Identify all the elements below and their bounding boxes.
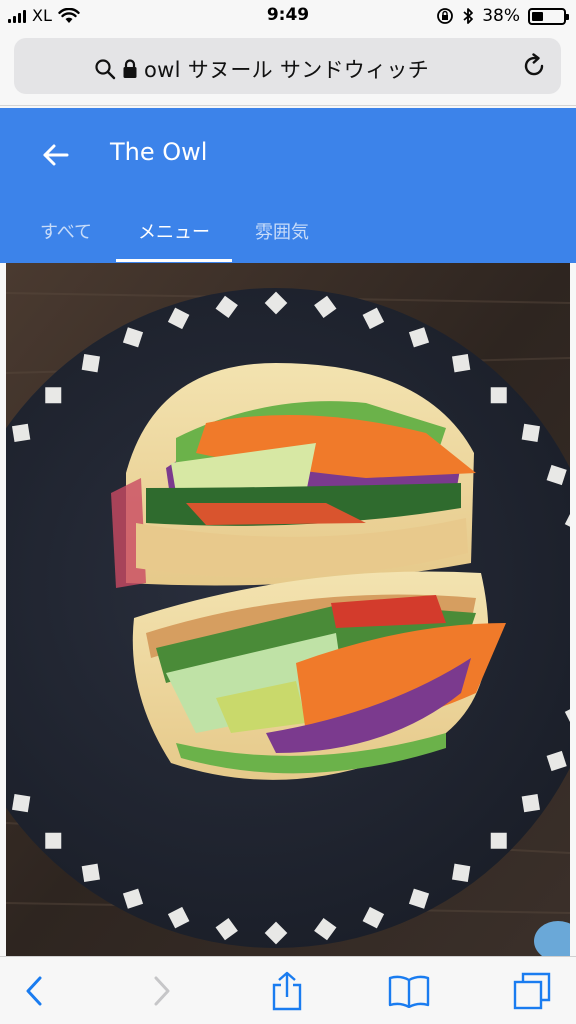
plate-rim-diamond [451, 354, 471, 373]
sandwich-photo-image [6, 263, 570, 956]
plate-rim-diamond [12, 793, 31, 813]
bookmarks-icon [388, 975, 430, 1008]
address-content: owl サヌール サンドウィッチ [94, 54, 429, 84]
battery-fill [532, 11, 544, 21]
back-button[interactable] [10, 967, 58, 1015]
reload-icon [524, 53, 544, 76]
plate-rim-diamond [45, 387, 62, 404]
tab-label: メニュー [138, 222, 210, 243]
battery-icon [528, 7, 569, 25]
battery-percent: 38% [482, 6, 520, 26]
tabs-button[interactable] [508, 967, 556, 1015]
search-icon [95, 59, 116, 80]
plate-rim-diamond [12, 423, 31, 443]
plate-rim-diamond [490, 832, 507, 849]
browser-toolbar [0, 956, 576, 1024]
page-title: The Owl [110, 138, 208, 166]
plate-rim-diamond [521, 423, 540, 443]
header-back-button[interactable] [36, 135, 76, 175]
url-text: owl サヌール サンドウィッチ [144, 58, 430, 82]
reload-button[interactable] [521, 53, 547, 83]
plate-rim-diamond [490, 387, 507, 404]
orientation-lock-icon [437, 8, 454, 24]
browser-url-area: owl サヌール サンドウィッチ [0, 34, 576, 106]
plate-rim-diamond [81, 863, 101, 882]
arrow-left-icon [43, 144, 69, 166]
tab-label: 雰囲気 [255, 222, 309, 243]
tab-all[interactable]: すべて [24, 216, 108, 263]
tab-menu[interactable]: メニュー [116, 216, 232, 263]
tabs-icon [513, 972, 551, 1010]
back-icon [26, 976, 42, 1006]
status-bar: XL 9:49 38% [0, 0, 576, 34]
share-button[interactable] [263, 967, 311, 1015]
sandwich-photo[interactable] [6, 263, 570, 956]
tab-label: すべて [39, 222, 93, 243]
bluetooth-icon [463, 8, 474, 24]
share-icon [272, 971, 302, 1011]
bookmarks-button[interactable] [385, 967, 433, 1015]
plate-rim-diamond [81, 354, 101, 373]
plate-rim-diamond [521, 793, 540, 813]
tab-atmosphere[interactable]: 雰囲気 [240, 216, 324, 263]
lock-icon [123, 59, 137, 78]
forward-button[interactable] [138, 967, 186, 1015]
app-header: The Owl すべて メニュー 雰囲気 [0, 108, 576, 263]
address-bar[interactable]: owl サヌール サンドウィッチ [14, 38, 561, 94]
status-right: 38% [436, 6, 569, 26]
plate-rim-diamond [451, 863, 471, 882]
tab-bar: すべて メニュー 雰囲気 [0, 216, 576, 263]
plate-rim-diamond [45, 832, 62, 849]
forward-icon [154, 976, 170, 1006]
